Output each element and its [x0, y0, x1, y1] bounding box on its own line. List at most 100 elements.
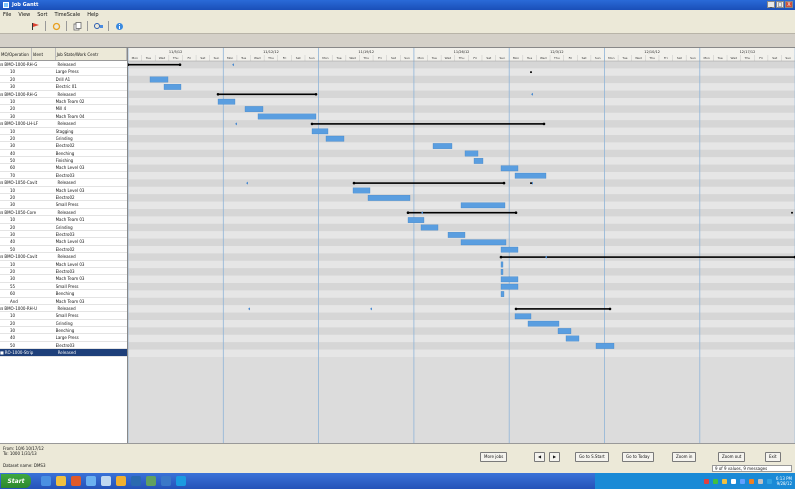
operation-row[interactable]: 30 Benching [0, 327, 127, 335]
operation-row[interactable]: 20 Grinding [0, 224, 127, 231]
gantt-chart[interactable]: 11/5/12 Mon Tue Wed Thu Fri Sat Sun 11/12/12 Mon T… [128, 48, 795, 444]
next-button[interactable]: ▶ [549, 452, 561, 462]
app-icon[interactable] [146, 476, 156, 486]
operation-row[interactable]: 60 Mach Level 03 [0, 164, 127, 172]
operation-row[interactable]: 50 Finishing [0, 157, 127, 165]
operation-row[interactable]: 10 Mach Team 01 [0, 216, 127, 224]
refresh-icon[interactable] [51, 21, 61, 31]
row-id: 50 [10, 342, 16, 348]
column-header-job-state[interactable]: Job State/Work Centr [56, 48, 127, 60]
day-label: Thu [458, 56, 465, 60]
tray-icon[interactable] [739, 478, 745, 484]
operation-row[interactable]: 55 Small Press [0, 283, 127, 291]
operation-row[interactable]: 10 Small Press [0, 312, 127, 320]
tray-icon[interactable] [712, 478, 718, 484]
menu-sort[interactable]: Sort [37, 12, 47, 18]
flag-icon[interactable] [30, 21, 40, 31]
operation-row[interactable]: 30 Electro03 [0, 231, 127, 239]
operation-row[interactable]: 20 Drill A1 [0, 76, 127, 84]
operation-row[interactable]: 40 Large Press [0, 334, 127, 342]
folder-icon[interactable] [56, 476, 66, 486]
operation-row[interactable]: 60 Benching [0, 290, 127, 298]
operation-row[interactable]: 10 Large Press [0, 68, 127, 76]
maximize-button[interactable]: □ [776, 1, 784, 8]
app-icon[interactable] [116, 476, 126, 486]
operation-row[interactable]: 20 Electro02 [0, 194, 127, 202]
day-label: Wed [445, 56, 452, 60]
operation-row[interactable]: 40 Mach Level 03 [0, 238, 127, 246]
selected-job-row[interactable]: ■ RO-1000-Strip Released [0, 349, 127, 357]
zoom-in-button[interactable]: Zoom in [672, 452, 697, 462]
info-icon[interactable] [114, 21, 124, 31]
job-row[interactable]: ⊟ BMO-1050-Core Released [0, 209, 127, 217]
day-label: Mon [608, 56, 614, 60]
network-icon[interactable] [757, 478, 763, 484]
minimize-button[interactable]: _ [767, 1, 775, 8]
menu-file[interactable]: File [3, 12, 11, 18]
operation-row[interactable]: 10 Stagging [0, 128, 127, 135]
ie-icon[interactable] [41, 476, 51, 486]
gantt-row-band [128, 312, 795, 320]
operation-bar [500, 276, 519, 283]
menu-timescale[interactable]: TimeScale [55, 12, 81, 18]
app-icon[interactable] [131, 476, 141, 486]
operation-row[interactable]: 50 Electro02 [0, 246, 127, 254]
tray-icon[interactable] [730, 478, 736, 484]
row-id: 10 [10, 69, 16, 75]
window-icon[interactable] [101, 476, 111, 486]
job-row[interactable]: ⊟ BMO-1000-RH-G Released [0, 91, 127, 98]
column-header-ident[interactable]: Ident [32, 48, 56, 60]
column-header-mo-operation[interactable]: MO/Operation [0, 48, 32, 60]
job-row[interactable]: ⊟ BMO-1000-LH-LF Released [0, 120, 127, 128]
operation-row[interactable]: 10 Mach Level 03 [0, 187, 127, 195]
app-icon[interactable] [161, 476, 171, 486]
week-label: 12/17/12 [740, 50, 756, 54]
operation-row[interactable]: 20 Grinding [0, 320, 127, 328]
job-row[interactable]: ⊟ BMO-1050-Cavit Released [0, 179, 127, 187]
gantt-row-band [128, 327, 795, 335]
operation-row[interactable]: 30 Small Press [0, 201, 127, 209]
tray-icon[interactable] [721, 478, 727, 484]
browser-icon[interactable] [86, 476, 96, 486]
operation-row[interactable]: 40 Benching [0, 150, 127, 158]
more-jobs-button[interactable]: More jobs [480, 452, 508, 462]
job-gantt-task-icon[interactable] [176, 476, 186, 486]
operation-row[interactable]: 30 Electric 01 [0, 83, 127, 91]
operation-row[interactable]: 10 Mach Team 02 [0, 98, 127, 106]
operation-bar [500, 165, 519, 172]
menu-view[interactable]: View [18, 12, 30, 18]
operation-row[interactable]: 50 Electro03 [0, 342, 127, 350]
close-button[interactable]: X [785, 1, 793, 8]
row-id: 40 [10, 335, 16, 341]
operation-row[interactable]: 20 Mill 4 [0, 105, 127, 113]
zoom-out-button[interactable]: Zoom out [718, 452, 746, 462]
exit-button[interactable]: Exit [765, 452, 781, 462]
go-to-start-button[interactable]: Go to S.Start [575, 452, 609, 462]
volume-icon[interactable] [766, 478, 772, 484]
day-label: Fri [187, 56, 191, 60]
start-button[interactable]: Start [1, 474, 31, 488]
operation-row[interactable]: 30 Electro02 [0, 142, 127, 150]
zoom-icon[interactable] [93, 21, 103, 31]
prev-button[interactable]: ◀ [534, 452, 546, 462]
tray-icon[interactable] [703, 478, 709, 484]
copy-icon[interactable] [72, 21, 82, 31]
media-icon[interactable] [71, 476, 81, 486]
operation-row[interactable]: And Mach Team 03 [0, 298, 127, 305]
tray-icon[interactable] [748, 478, 754, 484]
job-row[interactable]: ⊟ BMO-1000-RH-U Released [0, 305, 127, 313]
job-row[interactable]: ⊟ BMO-1000-RH-G Released [0, 61, 127, 69]
job-row[interactable]: ⊟ BMO-1000-Cavit Released [0, 253, 127, 261]
operation-row[interactable]: 20 Grinding [0, 135, 127, 143]
operation-row[interactable]: 70 Electro03 [0, 172, 127, 180]
operation-row[interactable]: 10 Mach Level 03 [0, 261, 127, 268]
row-work-center: Electro03 [55, 231, 75, 237]
go-to-today-button[interactable]: Go to Today [622, 452, 654, 462]
gantt-canvas[interactable]: 11/5/12 Mon Tue Wed Thu Fri Sat Sun 11/12/12 Mon T… [128, 48, 795, 444]
operation-row[interactable]: 30 Mach Team 04 [0, 113, 127, 121]
operation-row[interactable]: 30 Mach Team 03 [0, 275, 127, 283]
menu-help[interactable]: Help [87, 12, 98, 18]
row-id: 20 [10, 195, 16, 201]
clock[interactable]: 6:13 PM 9/28/12 [776, 476, 792, 486]
operation-row[interactable]: 20 Electro03 [0, 268, 127, 276]
